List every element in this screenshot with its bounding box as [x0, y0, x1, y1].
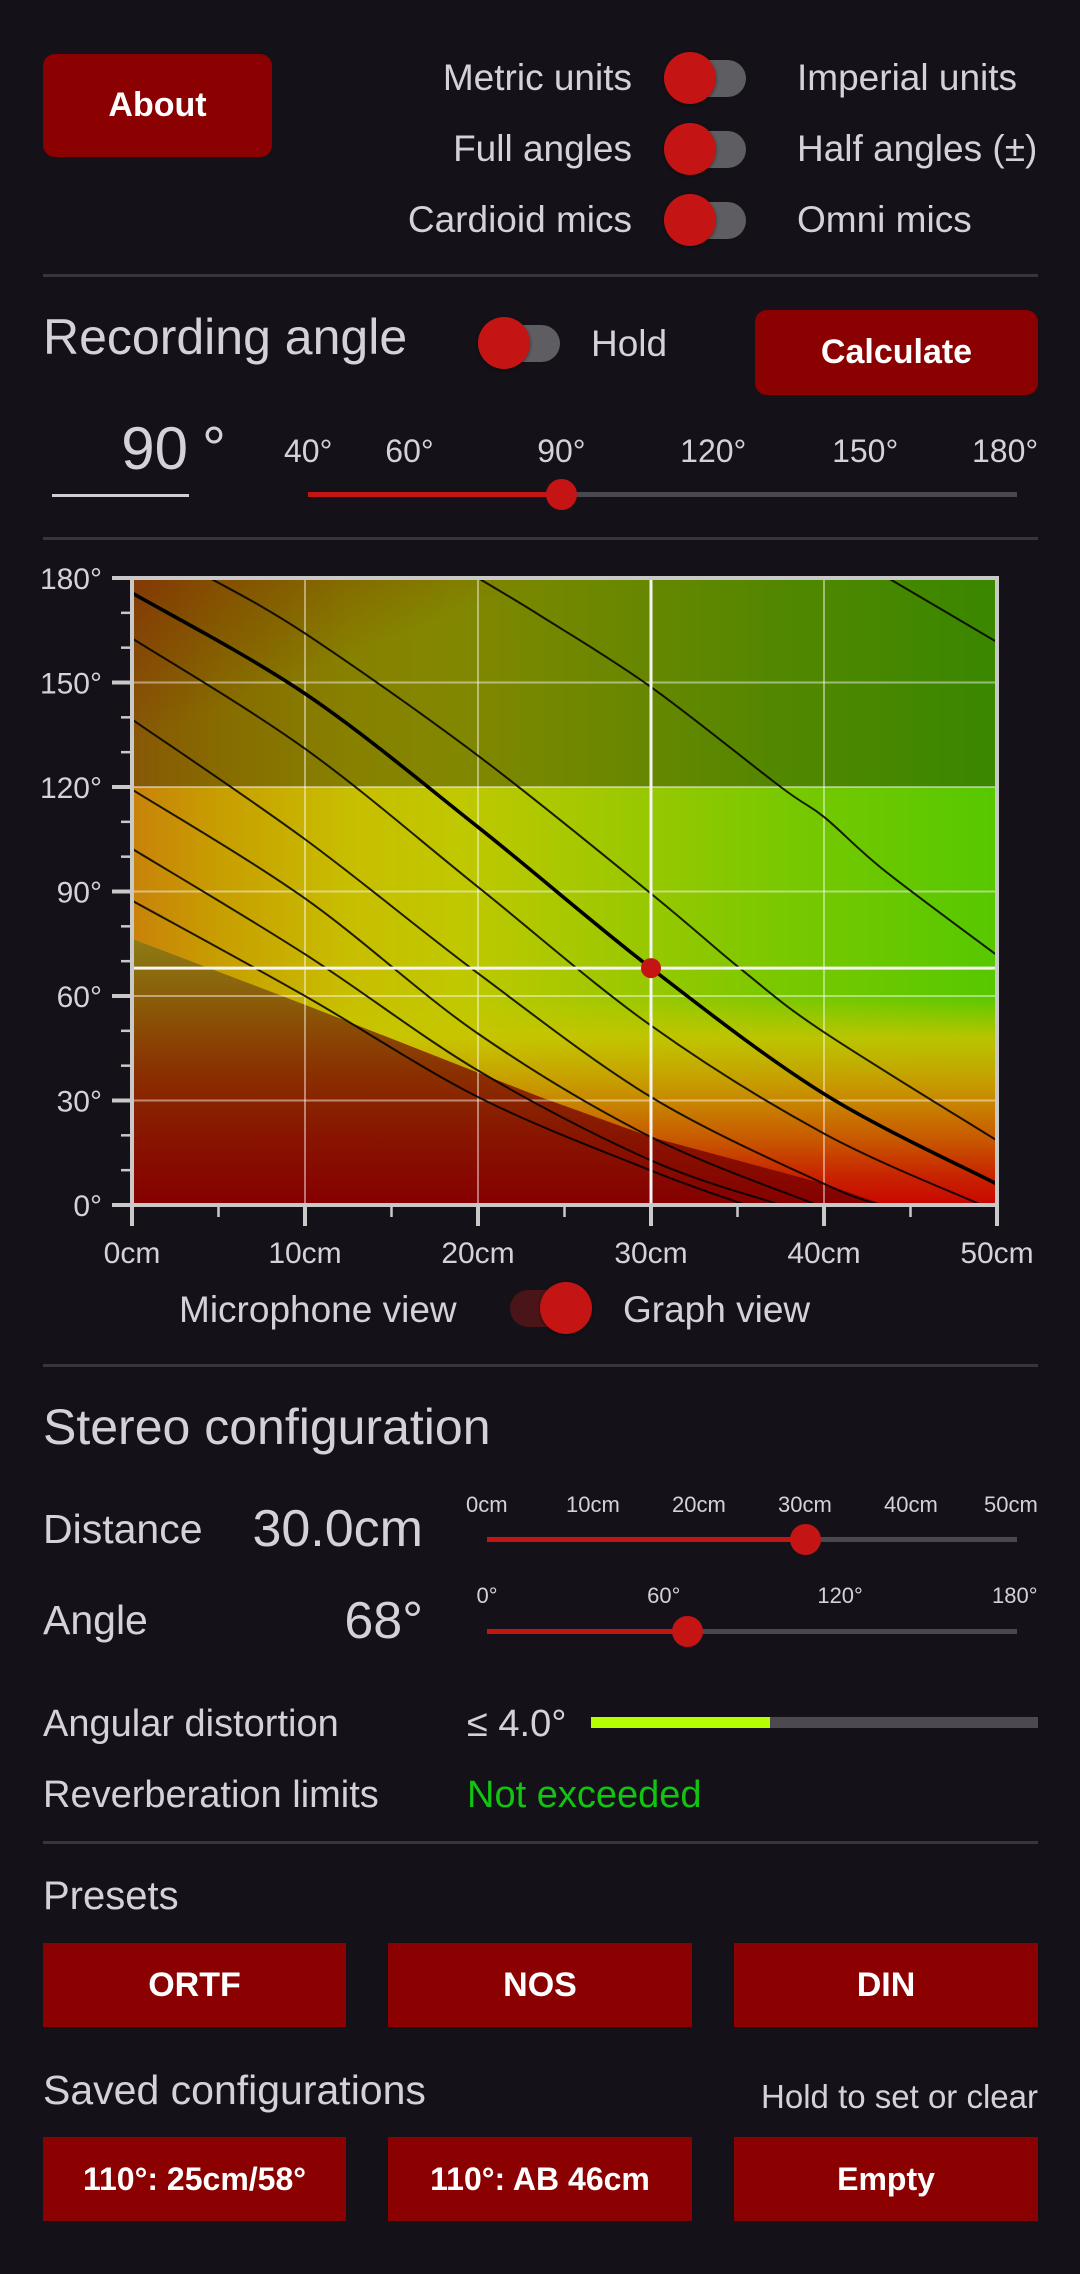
angles-toggle-row: Full angles Half angles (±): [0, 119, 1080, 179]
units-switch[interactable]: [664, 60, 746, 97]
input-underline: [52, 494, 189, 497]
slider-tick-label: 60°: [647, 1583, 680, 1608]
y-tick-label: 150°: [40, 668, 102, 701]
slider-tick-label: 0°: [477, 1583, 498, 1608]
microphone-view-label: Microphone view: [179, 1289, 457, 1332]
distance-label: Distance: [43, 1506, 203, 1553]
slider-tick-label: 90°: [537, 433, 585, 470]
slider-fill: [487, 1629, 687, 1634]
calculate-button[interactable]: Calculate: [755, 310, 1038, 395]
metric-units-label: Metric units: [443, 57, 632, 100]
stereo-configuration-title: Stereo configuration: [43, 1399, 491, 1457]
y-tick-label: 30°: [57, 1086, 102, 1119]
slider-tick-label: 0cm: [466, 1492, 508, 1517]
omni-mics-label: Omni mics: [797, 199, 972, 242]
switch-thumb[interactable]: [664, 123, 716, 175]
switch-thumb[interactable]: [540, 1282, 592, 1334]
presets-title: Presets: [43, 1873, 179, 1919]
distance-slider[interactable]: [487, 1519, 1017, 1559]
slider-tick-label: 60°: [385, 433, 433, 470]
y-tick-label: 120°: [40, 772, 102, 805]
distance-value: 30.0cm: [252, 1500, 423, 1560]
slider-tick-label: 10cm: [566, 1492, 620, 1517]
divider: [43, 274, 1038, 277]
hold-switch[interactable]: [478, 325, 560, 362]
slider-thumb[interactable]: [672, 1616, 703, 1647]
slider-tick-label: 30cm: [778, 1492, 832, 1517]
slider-tick-label: 50cm: [984, 1492, 1038, 1517]
slider-tick-label: 180°: [992, 1583, 1038, 1608]
switch-thumb[interactable]: [664, 194, 716, 246]
slider-tick-label: 20cm: [672, 1492, 726, 1517]
reverberation-limits-label: Reverberation limits: [43, 1774, 379, 1818]
imperial-units-label: Imperial units: [797, 57, 1017, 100]
angle-label: Angle: [43, 1597, 148, 1644]
angular-distortion-label: Angular distortion: [43, 1703, 339, 1747]
slider-thumb[interactable]: [546, 479, 577, 510]
half-angles-label: Half angles (±): [797, 128, 1037, 171]
selected-point-marker[interactable]: [641, 958, 661, 978]
units-toggle-row: Metric units Imperial units: [0, 48, 1080, 108]
saved-configurations-title: Saved configurations: [43, 2067, 426, 2114]
plot-area[interactable]: [132, 578, 997, 1205]
preset-ortf-button[interactable]: ORTF: [43, 1943, 346, 2027]
mics-switch[interactable]: [664, 202, 746, 239]
graph-view-label: Graph view: [623, 1289, 810, 1332]
x-tick-label: 30cm: [614, 1237, 687, 1270]
divider: [43, 1841, 1038, 1844]
saved-slot-3-button[interactable]: Empty: [734, 2137, 1038, 2221]
preset-nos-button[interactable]: NOS: [388, 1943, 692, 2027]
angle-value: 68°: [344, 1592, 423, 1652]
x-tick-label: 0cm: [104, 1237, 161, 1270]
slider-tick-label: 180°: [972, 433, 1038, 470]
slider-tick-label: 40cm: [884, 1492, 938, 1517]
x-tick-label: 50cm: [960, 1237, 1033, 1270]
cardioid-mics-label: Cardioid mics: [408, 199, 632, 242]
y-tick-label: 60°: [57, 981, 102, 1014]
full-angles-label: Full angles: [453, 128, 632, 171]
divider: [43, 1364, 1038, 1367]
slider-thumb[interactable]: [790, 1524, 821, 1555]
slider-fill: [308, 492, 561, 497]
preset-din-button[interactable]: DIN: [734, 1943, 1038, 2027]
y-tick-label: 90°: [57, 877, 102, 910]
recording-angle-graph[interactable]: 0° 30° 60° 90° 120° 150° 180° 0cm 10cm 20cm 30cm 40…: [0, 540, 1080, 1280]
slider-tick-label: 120°: [817, 1583, 863, 1608]
app-screen: About Metric units Imperial units Full a…: [0, 0, 1080, 2274]
switch-thumb[interactable]: [664, 52, 716, 104]
mics-toggle-row: Cardioid mics Omni mics: [0, 190, 1080, 250]
y-tick-label: 180°: [40, 563, 102, 596]
x-tick-label: 10cm: [268, 1237, 341, 1270]
recording-angle-input[interactable]: 90: [52, 414, 188, 483]
recording-angle-title: Recording angle: [43, 309, 407, 367]
switch-thumb[interactable]: [478, 317, 530, 369]
recording-angle-unit: °: [202, 414, 226, 483]
angle-slider[interactable]: [487, 1611, 1017, 1651]
saved-slot-1-button[interactable]: 110°: 25cm/58°: [43, 2137, 346, 2221]
hold-label: Hold: [591, 323, 667, 366]
reverberation-status: Not exceeded: [467, 1774, 702, 1818]
slider-fill: [487, 1537, 805, 1542]
view-switch[interactable]: [510, 1290, 592, 1327]
x-tick-label: 20cm: [441, 1237, 514, 1270]
angles-switch[interactable]: [664, 131, 746, 168]
angular-distortion-bar-fill: [591, 1717, 770, 1728]
recording-angle-slider[interactable]: [308, 474, 1017, 514]
saved-configurations-hint: Hold to set or clear: [761, 2078, 1038, 2116]
slider-tick-label: 150°: [832, 433, 898, 470]
slider-tick-label: 120°: [680, 433, 746, 470]
angular-distortion-bar: [591, 1717, 1038, 1728]
recording-angle-slider-labels: 40°60°90°120°150°180°: [308, 433, 1017, 473]
saved-slot-2-button[interactable]: 110°: AB 46cm: [388, 2137, 692, 2221]
x-tick-label: 40cm: [787, 1237, 860, 1270]
y-tick-label: 0°: [73, 1190, 102, 1223]
slider-tick-label: 40°: [284, 433, 332, 470]
angular-distortion-value: ≤ 4.0°: [467, 1703, 566, 1747]
